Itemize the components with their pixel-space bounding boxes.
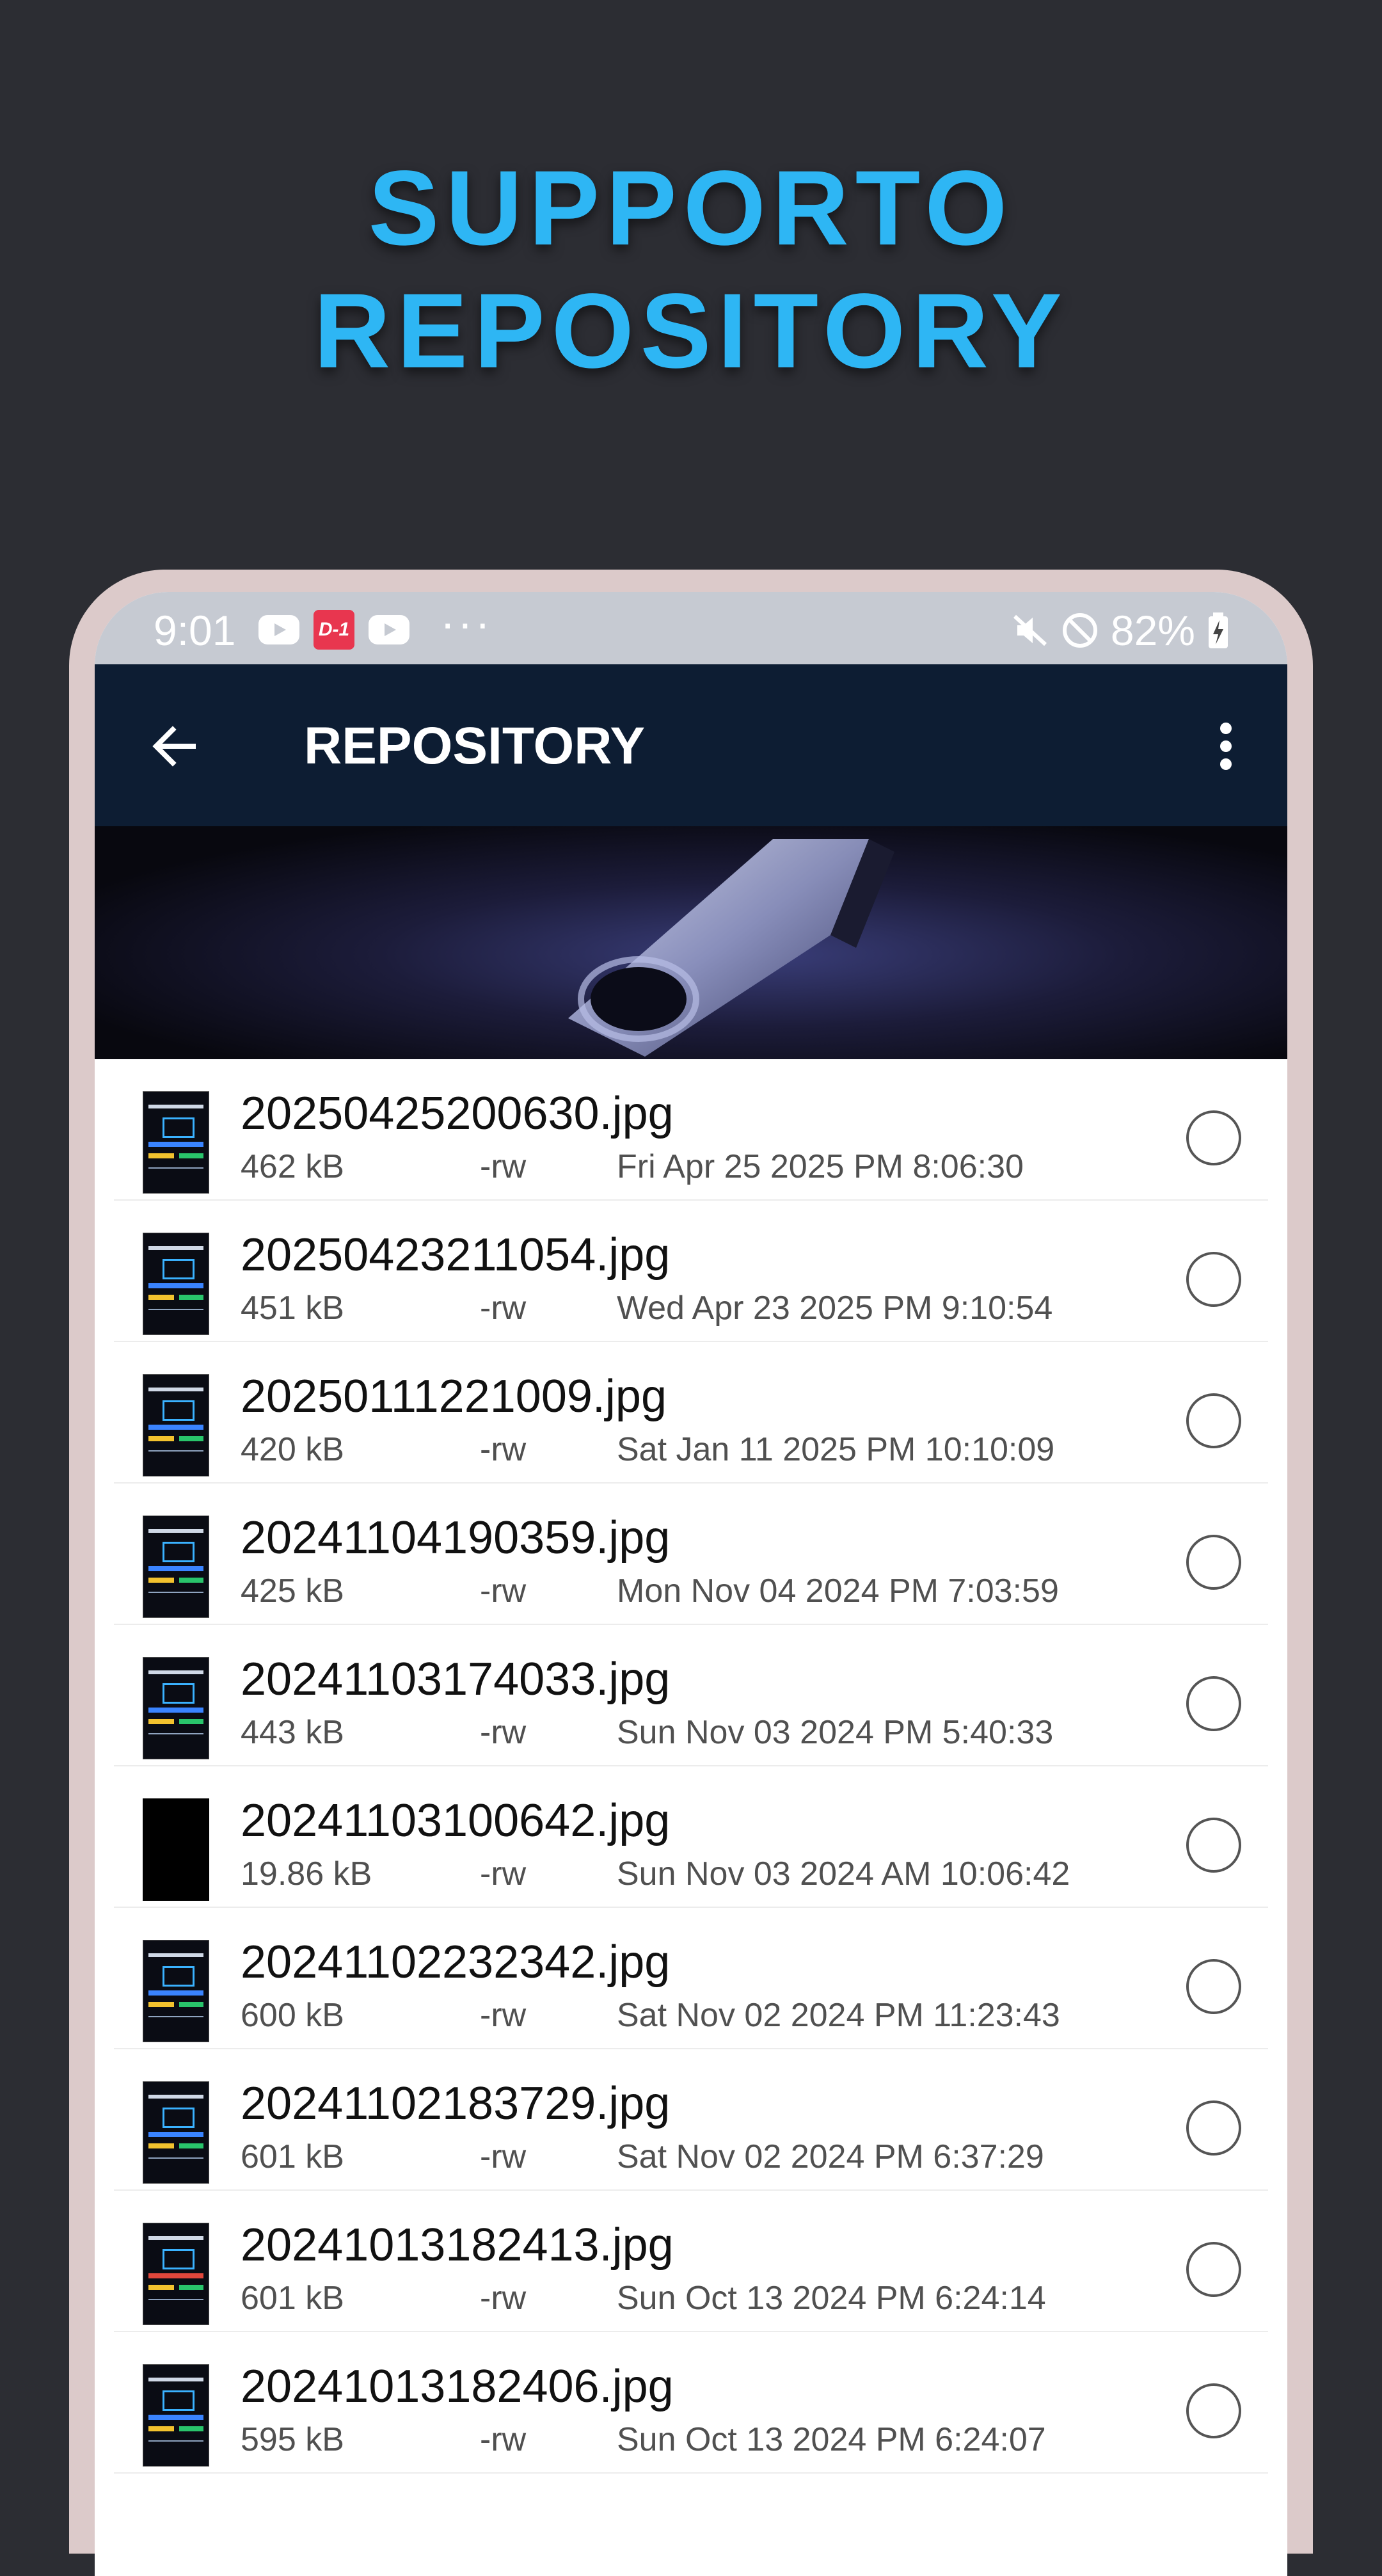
headline-line-1: SUPPORTO bbox=[368, 149, 1014, 268]
select-radio[interactable] bbox=[1186, 1676, 1241, 1731]
file-name: 20241103100642.jpg bbox=[241, 1795, 671, 1846]
do-not-disturb-icon bbox=[1062, 613, 1097, 648]
file-permissions: -rw bbox=[480, 2138, 527, 2175]
file-size: 462 kB bbox=[241, 1148, 344, 1185]
file-thumbnail bbox=[143, 1798, 209, 1901]
file-thumbnail bbox=[143, 2364, 209, 2467]
file-size: 600 kB bbox=[241, 1997, 344, 2034]
battery-charging-icon bbox=[1209, 612, 1228, 648]
youtube-notification-icon bbox=[258, 615, 299, 644]
file-date: Wed Apr 23 2025 PM 9:10:54 bbox=[617, 1290, 1053, 1327]
select-radio[interactable] bbox=[1186, 2383, 1241, 2438]
file-row[interactable]: 20250423211054.jpg 451 kB -rw Wed Apr 23… bbox=[114, 1201, 1268, 1342]
file-date: Sat Nov 02 2024 PM 11:23:43 bbox=[617, 1997, 1060, 2034]
file-date: Sat Nov 02 2024 PM 6:37:29 bbox=[617, 2138, 1044, 2175]
file-date: Sun Oct 13 2024 PM 6:24:07 bbox=[617, 2421, 1046, 2458]
headline-line-2: REPOSITORY bbox=[314, 272, 1068, 390]
file-row[interactable]: 20241102232342.jpg 600 kB -rw Sat Nov 02… bbox=[114, 1908, 1268, 2049]
file-permissions: -rw bbox=[480, 1714, 527, 1751]
select-radio[interactable] bbox=[1186, 2242, 1241, 2297]
file-row[interactable]: 20250425200630.jpg 462 kB -rw Fri Apr 25… bbox=[114, 1059, 1268, 1201]
d1-notification-icon: D-1 bbox=[314, 610, 354, 650]
file-permissions: -rw bbox=[480, 1431, 527, 1468]
select-radio[interactable] bbox=[1186, 1818, 1241, 1873]
file-name: 20250111221009.jpg bbox=[241, 1371, 667, 1422]
select-radio[interactable] bbox=[1186, 2100, 1241, 2156]
file-permissions: -rw bbox=[480, 2421, 527, 2458]
file-name: 20241102183729.jpg bbox=[241, 2078, 671, 2129]
file-row[interactable]: 20241103100642.jpg 19.86 kB -rw Sun Nov … bbox=[114, 1766, 1268, 1908]
file-date: Mon Nov 04 2024 PM 7:03:59 bbox=[617, 1572, 1059, 1610]
file-list: 20250425200630.jpg 462 kB -rw Fri Apr 25… bbox=[114, 1059, 1268, 2474]
file-name: 20241104190359.jpg bbox=[241, 1512, 671, 1564]
overflow-menu-icon[interactable] bbox=[1218, 721, 1234, 772]
back-arrow-icon[interactable] bbox=[148, 721, 200, 772]
file-thumbnail bbox=[143, 1374, 209, 1476]
file-size: 443 kB bbox=[241, 1714, 344, 1751]
file-date: Fri Apr 25 2025 PM 8:06:30 bbox=[617, 1148, 1024, 1185]
file-size: 19.86 kB bbox=[241, 1855, 372, 1892]
page-title: REPOSITORY bbox=[304, 717, 646, 775]
file-row[interactable]: 20241102183729.jpg 601 kB -rw Sat Nov 02… bbox=[114, 2049, 1268, 2191]
file-row[interactable]: 20241104190359.jpg 425 kB -rw Mon Nov 04… bbox=[114, 1484, 1268, 1625]
file-size: 601 kB bbox=[241, 2280, 344, 2317]
file-thumbnail bbox=[143, 2081, 209, 2184]
file-thumbnail bbox=[143, 1516, 209, 1618]
status-bar: 9:01 D-1 ··· 82% bbox=[95, 592, 1287, 664]
file-thumbnail bbox=[143, 1233, 209, 1335]
file-permissions: -rw bbox=[480, 1572, 527, 1610]
file-row[interactable]: 20241103174033.jpg 443 kB -rw Sun Nov 03… bbox=[114, 1625, 1268, 1766]
select-radio[interactable] bbox=[1186, 1393, 1241, 1448]
file-date: Sun Nov 03 2024 PM 5:40:33 bbox=[617, 1714, 1054, 1751]
file-name: 20241102232342.jpg bbox=[241, 1937, 671, 1988]
phone-screen: 9:01 D-1 ··· 82% REPOSITORY 202504252006… bbox=[95, 592, 1287, 2576]
file-size: 601 kB bbox=[241, 2138, 344, 2175]
select-radio[interactable] bbox=[1186, 1252, 1241, 1307]
youtube-notification-icon-2 bbox=[369, 615, 409, 644]
select-radio[interactable] bbox=[1186, 1959, 1241, 2014]
select-radio[interactable] bbox=[1186, 1110, 1241, 1165]
file-name: 20250425200630.jpg bbox=[241, 1088, 674, 1139]
file-name: 20241013182413.jpg bbox=[241, 2220, 674, 2271]
status-time: 9:01 bbox=[154, 607, 236, 654]
file-permissions: -rw bbox=[480, 1855, 527, 1892]
file-size: 420 kB bbox=[241, 1431, 344, 1468]
file-thumbnail bbox=[143, 2223, 209, 2325]
file-date: Sun Oct 13 2024 PM 6:24:14 bbox=[617, 2280, 1046, 2317]
mute-icon bbox=[1013, 614, 1047, 646]
file-name: 20241103174033.jpg bbox=[241, 1654, 671, 1705]
battery-percent: 82% bbox=[1110, 607, 1195, 654]
file-name: 20241013182406.jpg bbox=[241, 2361, 674, 2412]
file-size: 451 kB bbox=[241, 1290, 344, 1327]
file-row[interactable]: 20241013182406.jpg 595 kB -rw Sun Oct 13… bbox=[114, 2332, 1268, 2474]
phone-frame: 9:01 D-1 ··· 82% REPOSITORY 202504252006… bbox=[69, 570, 1313, 2576]
select-radio[interactable] bbox=[1186, 1535, 1241, 1590]
file-date: Sat Jan 11 2025 PM 10:10:09 bbox=[617, 1431, 1055, 1468]
promo-headline: SUPPORTO REPOSITORY bbox=[0, 147, 1382, 393]
file-thumbnail bbox=[143, 1091, 209, 1194]
usb-drive-illustration bbox=[568, 839, 894, 1057]
file-permissions: -rw bbox=[480, 2280, 527, 2317]
app-bar: REPOSITORY bbox=[95, 664, 1287, 826]
more-notifications-icon: ··· bbox=[440, 598, 493, 648]
file-size: 425 kB bbox=[241, 1572, 344, 1610]
status-right-group: 82% bbox=[1011, 606, 1230, 655]
file-row[interactable]: 20241013182413.jpg 601 kB -rw Sun Oct 13… bbox=[114, 2191, 1268, 2332]
file-permissions: -rw bbox=[480, 1997, 527, 2034]
file-row[interactable]: 20250111221009.jpg 420 kB -rw Sat Jan 11… bbox=[114, 1342, 1268, 1484]
file-name: 20250423211054.jpg bbox=[241, 1229, 671, 1281]
usb-drive-banner-image bbox=[95, 826, 1287, 1059]
file-size: 595 kB bbox=[241, 2421, 344, 2458]
file-thumbnail bbox=[143, 1940, 209, 2042]
file-permissions: -rw bbox=[480, 1148, 527, 1185]
file-thumbnail bbox=[143, 1657, 209, 1759]
file-permissions: -rw bbox=[480, 1290, 527, 1327]
file-date: Sun Nov 03 2024 AM 10:06:42 bbox=[617, 1855, 1070, 1892]
